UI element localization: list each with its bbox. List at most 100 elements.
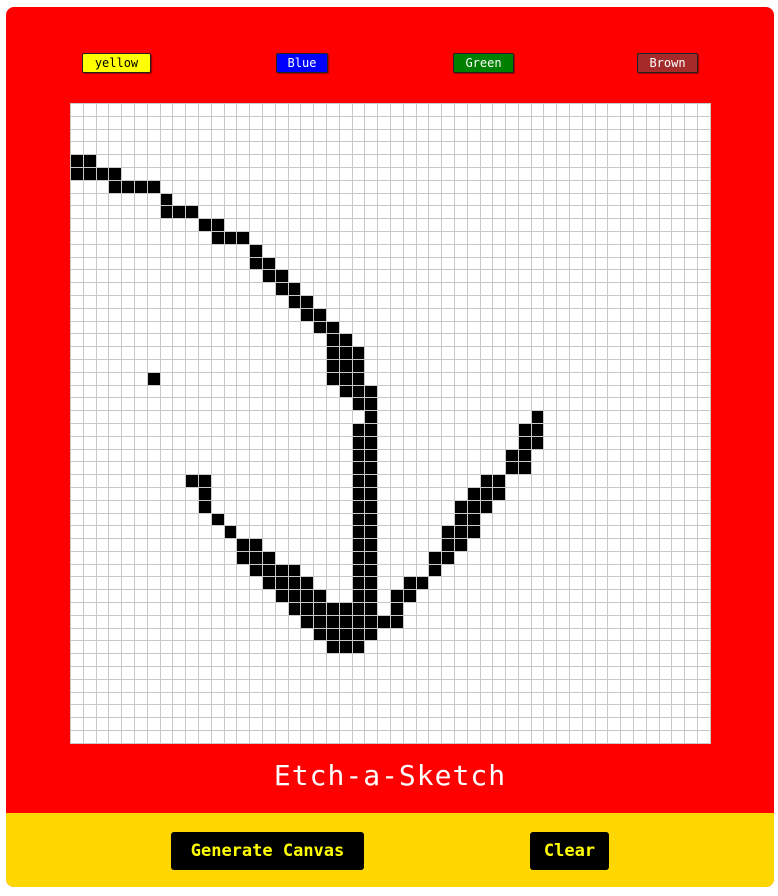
- grid-cell[interactable]: [172, 218, 187, 232]
- grid-cell[interactable]: [389, 474, 404, 488]
- grid-cell[interactable]: [466, 474, 481, 488]
- grid-cell[interactable]: [505, 269, 519, 284]
- grid-cell[interactable]: [441, 179, 455, 194]
- grid-cell[interactable]: [479, 358, 494, 373]
- grid-cell[interactable]: [95, 179, 110, 194]
- grid-cell[interactable]: [313, 666, 327, 680]
- grid-cell[interactable]: [505, 179, 519, 194]
- grid-cell[interactable]: [172, 589, 187, 604]
- grid-cell[interactable]: [95, 602, 110, 616]
- grid-cell[interactable]: [620, 192, 635, 207]
- grid-cell[interactable]: [684, 704, 699, 719]
- grid-cell[interactable]: [338, 358, 353, 373]
- grid-cell[interactable]: [223, 474, 238, 488]
- grid-cell[interactable]: [364, 461, 379, 476]
- grid-cell[interactable]: [159, 717, 174, 732]
- grid-cell[interactable]: [453, 282, 468, 296]
- grid-cell[interactable]: [569, 410, 583, 424]
- grid-cell[interactable]: [645, 640, 660, 655]
- grid-cell[interactable]: [569, 320, 583, 335]
- grid-cell[interactable]: [505, 614, 519, 629]
- grid-cell[interactable]: [684, 435, 699, 450]
- grid-cell[interactable]: [300, 717, 315, 732]
- grid-cell[interactable]: [185, 474, 199, 488]
- grid-cell[interactable]: [274, 461, 289, 476]
- grid-cell[interactable]: [197, 218, 212, 232]
- grid-cell[interactable]: [210, 141, 225, 156]
- grid-cell[interactable]: [505, 320, 519, 335]
- grid-cell[interactable]: [313, 410, 327, 424]
- grid-cell[interactable]: [517, 256, 532, 271]
- grid-cell[interactable]: [530, 243, 545, 258]
- grid-cell[interactable]: [594, 589, 609, 604]
- grid-cell[interactable]: [351, 512, 366, 527]
- grid-cell[interactable]: [287, 115, 302, 130]
- grid-cell[interactable]: [543, 256, 558, 271]
- grid-cell[interactable]: [530, 141, 545, 156]
- grid-cell[interactable]: [466, 666, 481, 680]
- grid-cell[interactable]: [492, 499, 507, 514]
- grid-cell[interactable]: [159, 640, 174, 655]
- grid-cell[interactable]: [517, 166, 532, 181]
- grid-cell[interactable]: [313, 269, 327, 284]
- grid-cell[interactable]: [146, 666, 161, 680]
- grid-cell[interactable]: [633, 474, 647, 488]
- grid-cell[interactable]: [453, 141, 468, 156]
- grid-cell[interactable]: [82, 333, 97, 348]
- grid-cell[interactable]: [402, 384, 417, 399]
- green-color-button[interactable]: Green: [453, 53, 514, 73]
- drawing-canvas[interactable]: [70, 103, 711, 744]
- grid-cell[interactable]: [415, 512, 430, 527]
- grid-cell[interactable]: [607, 474, 622, 488]
- grid-cell[interactable]: [671, 333, 686, 348]
- grid-cell[interactable]: [505, 410, 519, 424]
- grid-cell[interactable]: [569, 678, 583, 693]
- grid-cell[interactable]: [633, 717, 647, 732]
- grid-cell[interactable]: [146, 691, 161, 706]
- grid-cell[interactable]: [645, 499, 660, 514]
- grid-cell[interactable]: [159, 154, 174, 168]
- grid-cell[interactable]: [95, 256, 110, 271]
- grid-cell[interactable]: [530, 653, 545, 668]
- grid-cell[interactable]: [607, 269, 622, 284]
- grid-cell[interactable]: [377, 179, 391, 194]
- grid-cell[interactable]: [313, 346, 327, 360]
- grid-cell[interactable]: [428, 538, 443, 552]
- grid-cell[interactable]: [70, 512, 84, 527]
- grid-cell[interactable]: [261, 192, 276, 207]
- grid-cell[interactable]: [325, 179, 340, 194]
- grid-cell[interactable]: [300, 678, 315, 693]
- grid-cell[interactable]: [517, 653, 532, 668]
- grid-cell[interactable]: [287, 627, 302, 642]
- grid-cell[interactable]: [645, 205, 660, 220]
- grid-cell[interactable]: [197, 141, 212, 156]
- grid-cell[interactable]: [108, 307, 123, 322]
- grid-cell[interactable]: [364, 294, 379, 309]
- grid-cell[interactable]: [517, 410, 532, 424]
- grid-cell[interactable]: [364, 269, 379, 284]
- grid-cell[interactable]: [517, 717, 532, 732]
- grid-cell[interactable]: [236, 294, 251, 309]
- grid-cell[interactable]: [441, 717, 455, 732]
- grid-cell[interactable]: [185, 448, 199, 463]
- grid-cell[interactable]: [607, 448, 622, 463]
- grid-cell[interactable]: [197, 538, 212, 552]
- grid-cell[interactable]: [338, 666, 353, 680]
- grid-cell[interactable]: [364, 640, 379, 655]
- grid-cell[interactable]: [274, 474, 289, 488]
- grid-cell[interactable]: [607, 525, 622, 540]
- grid-cell[interactable]: [159, 563, 174, 578]
- grid-cell[interactable]: [70, 256, 84, 271]
- grid-cell[interactable]: [402, 282, 417, 296]
- grid-cell[interactable]: [645, 614, 660, 629]
- grid-cell[interactable]: [402, 294, 417, 309]
- grid-cell[interactable]: [185, 269, 199, 284]
- grid-cell[interactable]: [517, 346, 532, 360]
- grid-cell[interactable]: [95, 730, 110, 744]
- grid-cell[interactable]: [377, 422, 391, 437]
- grid-cell[interactable]: [479, 333, 494, 348]
- grid-cell[interactable]: [210, 717, 225, 732]
- grid-cell[interactable]: [287, 550, 302, 565]
- grid-cell[interactable]: [453, 397, 468, 412]
- grid-cell[interactable]: [249, 550, 263, 565]
